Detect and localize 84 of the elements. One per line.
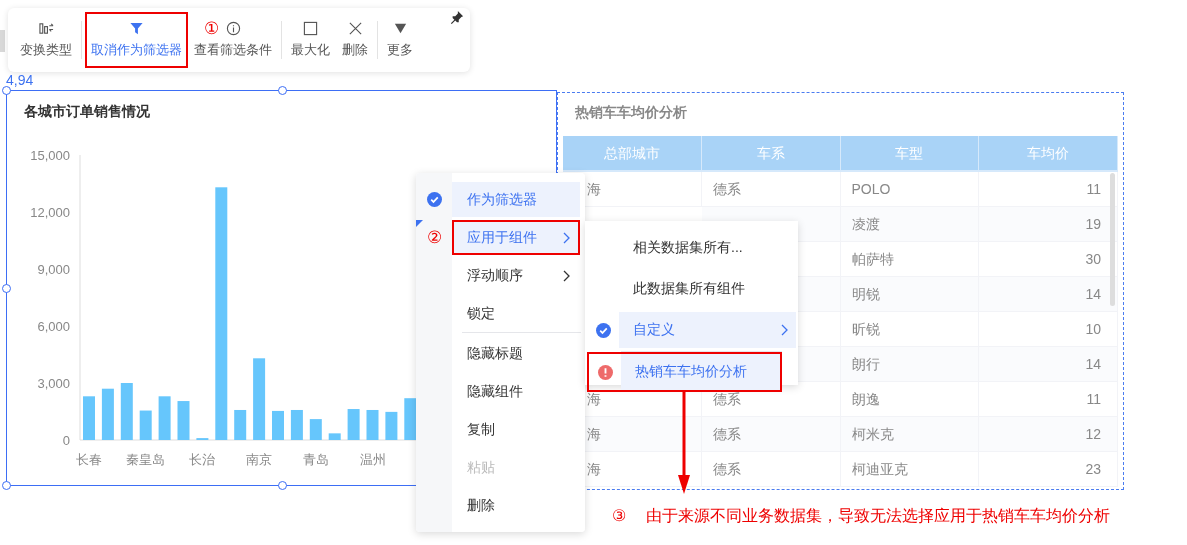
menu-item[interactable]: 应用于组件: [452, 220, 580, 255]
bar: [101, 388, 114, 440]
column-header: 车均价: [979, 136, 1118, 172]
menu-item[interactable]: 此数据集所有组件: [585, 269, 798, 309]
pin-icon[interactable]: [450, 10, 464, 24]
triangle-icon: [392, 21, 408, 36]
table-cell: 12: [979, 417, 1118, 452]
annotation-note: 由于来源不同业务数据集，导致无法选择应用于热销车车均价分析: [646, 506, 1110, 526]
bar: [120, 383, 133, 440]
resize-handle[interactable]: [2, 86, 11, 95]
axis-label: 6,000: [37, 319, 70, 334]
check-icon: [426, 192, 442, 207]
axis-label: 15,000: [30, 148, 70, 163]
more-button[interactable]: 更多: [381, 12, 419, 68]
menu-item[interactable]: 锁定: [452, 296, 580, 331]
bar: [139, 410, 152, 440]
axis-label: 长春: [76, 452, 102, 467]
table-cell: 23: [979, 452, 1118, 487]
delete-button[interactable]: 删除: [336, 12, 374, 68]
switch-icon: [38, 21, 54, 36]
axis-label: 秦皇岛: [126, 452, 166, 467]
filter-button[interactable]: 取消作为筛选器: [85, 12, 188, 68]
axis-label: 长治: [189, 452, 216, 467]
scrollbar[interactable]: [1110, 173, 1115, 306]
column-header: 车系: [701, 136, 841, 172]
table-cell: 柯迪亚克: [840, 452, 980, 487]
bar: [328, 433, 341, 440]
bar: [347, 409, 360, 440]
position-label: 4,94: [6, 72, 34, 88]
switch-button[interactable]: 变换类型: [14, 12, 78, 68]
bar: [404, 398, 417, 440]
chevron-icon: [562, 231, 570, 244]
step-marker: ①: [204, 18, 219, 39]
filter-icon: [129, 21, 144, 36]
bar: [158, 396, 171, 440]
bar: [366, 410, 379, 440]
step-marker: ③: [612, 506, 626, 526]
menu-item[interactable]: 热销车车均价分析: [587, 352, 782, 392]
resize-handle[interactable]: [278, 481, 287, 490]
menu-item[interactable]: 浮动顺序: [452, 258, 580, 293]
menu-item[interactable]: 删除: [452, 488, 580, 523]
resize-handle[interactable]: [2, 481, 11, 490]
resize-handle[interactable]: [278, 86, 287, 95]
bar: [234, 410, 247, 440]
axis-label: 0: [62, 433, 70, 448]
axis-label: 温州: [359, 452, 386, 467]
resize-handle[interactable]: [2, 284, 11, 293]
error-icon: [597, 364, 613, 380]
menu-item[interactable]: 隐藏标题: [452, 336, 580, 371]
check-icon: [595, 322, 611, 338]
table-cell: 19: [979, 207, 1118, 242]
table-cell: 朗行: [840, 347, 980, 382]
bar: [272, 410, 284, 440]
info-icon: [225, 21, 241, 36]
table-cell: 柯米克: [840, 417, 980, 452]
table-cell: 德系: [701, 417, 841, 452]
bar: [309, 419, 322, 440]
chevron-icon: [562, 269, 570, 282]
table-title: 热销车车均价分析: [574, 103, 688, 122]
axis-label: 3,000: [37, 376, 70, 391]
maximize-button[interactable]: 最大化: [285, 12, 336, 68]
table-cell: 凌渡: [840, 207, 980, 242]
column-header: 总部城市: [563, 136, 702, 172]
bar: [385, 411, 398, 440]
bar: [177, 401, 190, 440]
chart-title: 各城市订单销售情况: [23, 102, 151, 121]
panel-edge: [0, 30, 5, 52]
bar: [290, 410, 303, 440]
axis-label: 9,000: [37, 262, 70, 277]
square-icon: [303, 21, 318, 36]
table-cell: 14: [979, 347, 1118, 382]
axis-label: 南京: [246, 452, 273, 467]
chevron-icon: [780, 324, 788, 336]
axis-label: 12,000: [30, 205, 70, 220]
column-header: 车型: [840, 136, 980, 172]
step-marker: ②: [426, 227, 442, 248]
table-cell: 14: [979, 277, 1118, 312]
table-cell: 德系: [701, 452, 841, 487]
axis-label: 青岛: [302, 452, 329, 467]
menu-item[interactable]: 相关数据集所有...: [585, 228, 798, 268]
menu-item[interactable]: 作为筛选器: [452, 182, 580, 217]
bar: [83, 396, 95, 440]
close-icon: [347, 21, 363, 36]
table-cell: 明锐: [840, 277, 980, 312]
